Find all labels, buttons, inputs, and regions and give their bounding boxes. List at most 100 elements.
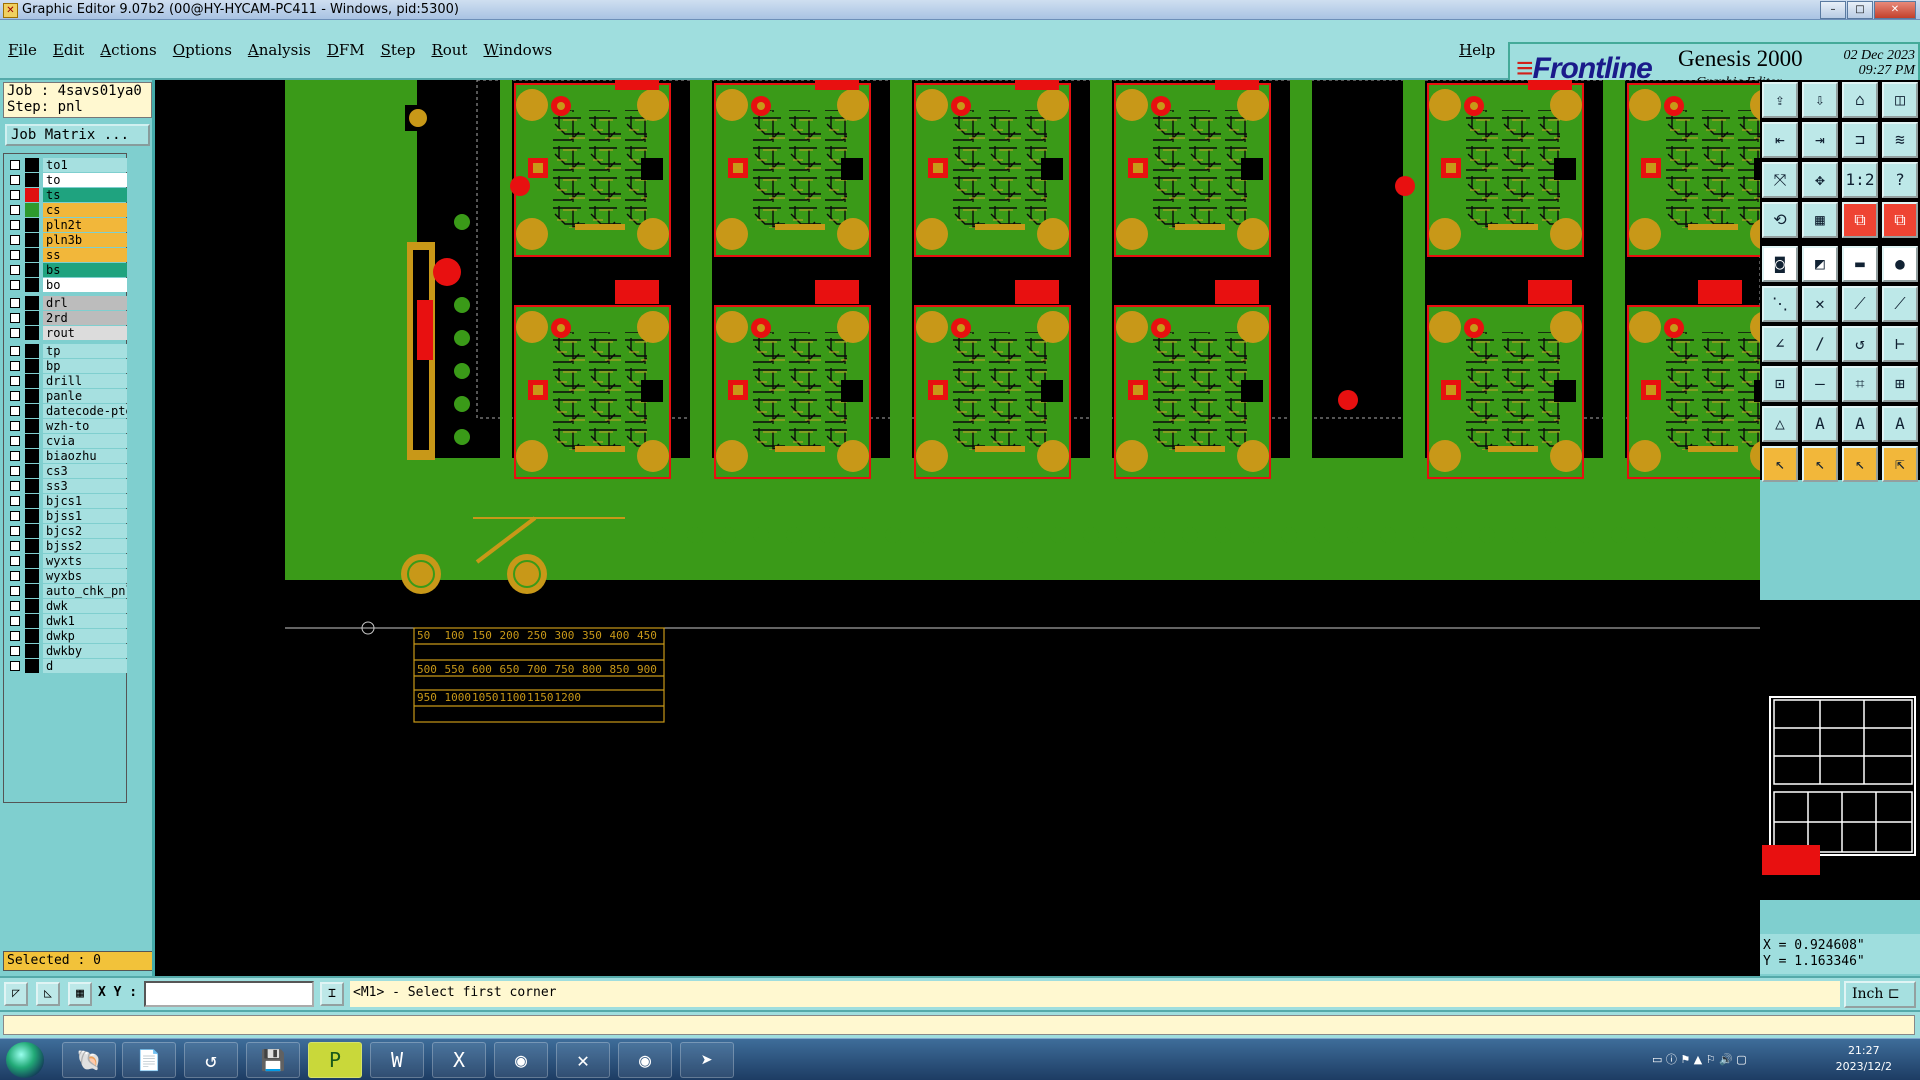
mirror-icon[interactable]: ◩ [1802,246,1838,282]
delete-icon[interactable]: ✕ [1802,286,1838,322]
camera-icon[interactable]: ◙ [1762,246,1798,282]
layer-checkbox[interactable] [10,571,20,581]
text-outline-icon[interactable]: A [1842,406,1878,442]
undo-icon[interactable]: ↺ [1842,326,1878,362]
layer-color-swatch[interactable] [25,359,39,373]
layer-row[interactable]: dwkp [6,629,127,643]
layer-checkbox[interactable] [10,511,20,521]
layer-checkbox[interactable] [10,205,20,215]
layer-row[interactable]: datecode-pte [6,404,127,418]
layer-color-swatch[interactable] [25,158,39,172]
layer-name[interactable]: d [43,659,127,673]
layer-row[interactable]: bs [6,263,127,277]
layer-color-swatch[interactable] [25,203,39,217]
arrow-app-icon[interactable]: ➤ [680,1042,734,1078]
layer-name[interactable]: bp [43,359,127,373]
layer-color-swatch[interactable] [25,218,39,232]
bottom-view-icon[interactable]: ⇩ [1802,82,1838,118]
layer-name[interactable]: bs [43,263,127,277]
triangle-icon[interactable]: △ [1762,406,1798,442]
layer-name[interactable]: bjss1 [43,509,127,523]
dash-icon[interactable]: — [1802,366,1838,402]
layer-name[interactable]: dwkby [43,644,127,658]
angle-icon[interactable]: ∠ [1762,326,1798,362]
layer-checkbox[interactable] [10,280,20,290]
layer-name[interactable]: bjcs2 [43,524,127,538]
layer-row[interactable]: wyxts [6,554,127,568]
rotate-icon[interactable]: ⟲ [1762,202,1798,238]
excel-icon[interactable]: X [432,1042,486,1078]
select-box-icon[interactable]: ⊡ [1762,366,1798,402]
layer-color-swatch[interactable] [25,374,39,388]
slash-icon[interactable]: ∕ [1802,326,1838,362]
layer-name[interactable]: drill [43,374,127,388]
minimize-button[interactable]: – [1820,1,1846,19]
pin-icon[interactable]: ⊢ [1882,326,1918,362]
menu-file[interactable]: File [8,41,37,59]
layer-checkbox[interactable] [10,436,20,446]
layer-checkbox[interactable] [10,235,20,245]
layer-color-swatch[interactable] [25,188,39,202]
layer-name[interactable]: ss3 [43,479,127,493]
text-fill-icon[interactable]: A [1882,406,1918,442]
maximize-button[interactable]: □ [1847,1,1873,19]
layer-checkbox[interactable] [10,175,20,185]
layers-red-icon[interactable]: ⧉ [1842,202,1878,238]
layer-color-swatch[interactable] [25,173,39,187]
layer-name[interactable]: auto_chk_pnl [43,584,127,598]
layer-row[interactable]: ts [6,188,127,202]
layer-name[interactable]: tp [43,344,127,358]
menu-edit[interactable]: Edit [53,41,84,59]
job-matrix-button[interactable]: Job Matrix ... [5,124,150,146]
line-icon[interactable]: ⟋ [1842,286,1878,322]
layer-checkbox[interactable] [10,361,20,371]
pad-icon[interactable]: ● [1882,246,1918,282]
layer-name[interactable]: bo [43,278,127,292]
layer-name[interactable]: drl [43,296,127,310]
layer-row[interactable]: rout [6,326,127,340]
layer-name[interactable]: panle [43,389,127,403]
layer-row[interactable]: cvia [6,434,127,448]
app-red-icon[interactable]: ↺ [184,1042,238,1078]
command-line[interactable] [3,1015,1915,1035]
layer-name[interactable]: dwk [43,599,127,613]
layer-checkbox[interactable] [10,190,20,200]
keyboard-icon[interactable]: ⌶ [320,982,344,1006]
layer-row[interactable]: to1 [6,158,127,172]
clock[interactable]: 21:27 2023/12/2 [1836,1043,1892,1075]
layer-name[interactable]: wyxts [43,554,127,568]
layer-name[interactable]: to1 [43,158,127,172]
layer-name[interactable]: bjss2 [43,539,127,553]
layer-row[interactable]: bjcs1 [6,494,127,508]
help-icon[interactable]: ? [1882,162,1918,198]
layer-name[interactable]: dwkp [43,629,127,643]
layer-color-swatch[interactable] [25,524,39,538]
layer-row[interactable]: biaozhu [6,449,127,463]
layer-checkbox[interactable] [10,556,20,566]
layer-color-swatch[interactable] [25,311,39,325]
start-button[interactable] [6,1042,44,1078]
menu-help[interactable]: Help [1459,41,1495,59]
layer-name[interactable]: dwk1 [43,614,127,628]
snap-icon[interactable]: ◸ [4,982,28,1006]
layer-name[interactable]: pln2t [43,218,127,232]
layer-checkbox[interactable] [10,328,20,338]
layer-checkbox[interactable] [10,376,20,386]
layer-checkbox[interactable] [10,298,20,308]
layer-name[interactable]: 2rd [43,311,127,325]
layer-checkbox[interactable] [10,631,20,641]
layer-row[interactable]: drill [6,374,127,388]
layer-row[interactable]: d [6,659,127,673]
layer-checkbox[interactable] [10,661,20,671]
graphic-canvas[interactable]: 50 100 150 200 250 300 350 400 450 500 550 600 650 70… [155,80,1760,976]
text-icon[interactable]: A [1802,406,1838,442]
copy-icon[interactable]: ⊞ [1882,366,1918,402]
layer-checkbox[interactable] [10,265,20,275]
layer-name[interactable]: pln3b [43,233,127,247]
zoom-box-icon[interactable]: ⊐ [1842,122,1878,158]
layer-name[interactable]: cs [43,203,127,217]
layer-checkbox[interactable] [10,481,20,491]
layer-color-swatch[interactable] [25,296,39,310]
overview-map[interactable] [1760,600,1920,900]
layer-row[interactable]: bjss2 [6,539,127,553]
